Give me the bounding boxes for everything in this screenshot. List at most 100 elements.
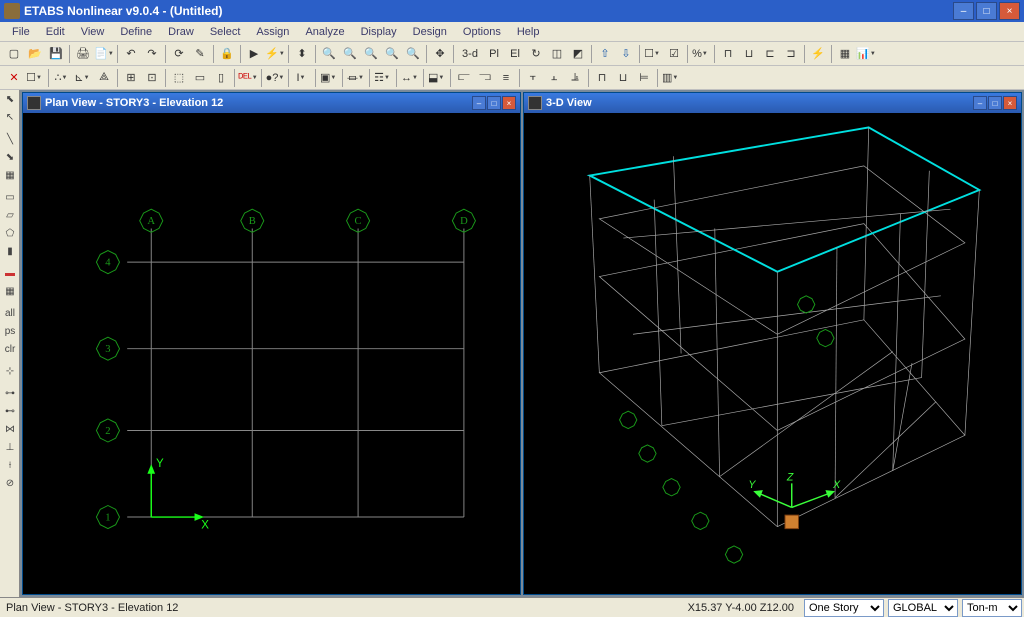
menu-analyze[interactable]: Analyze <box>297 24 352 40</box>
run-icon[interactable]: ▶ <box>244 44 264 64</box>
view-3d-button[interactable]: 3-d <box>457 44 483 64</box>
release-icon[interactable]: ↔▼ <box>400 68 420 88</box>
snap-point-icon[interactable]: ⊹ <box>0 362 20 380</box>
view-opt-icon[interactable]: ☑ <box>664 44 684 64</box>
plan-min-button[interactable]: – <box>472 96 486 110</box>
section1-icon[interactable]: ▣▼ <box>319 68 339 88</box>
align4-icon[interactable]: ⫟ <box>523 68 543 88</box>
zoom-in-icon[interactable]: 🔍 <box>382 44 402 64</box>
draw-slab-icon[interactable]: ▬ <box>0 264 20 282</box>
plan-max-button[interactable]: □ <box>487 96 501 110</box>
object-icon[interactable]: ☐▼ <box>643 44 663 64</box>
align1-icon[interactable]: ⫍ <box>454 68 474 88</box>
extrude2-icon[interactable]: ⊔ <box>739 44 759 64</box>
percent-icon[interactable]: %▼ <box>691 44 711 64</box>
story-select[interactable]: One Story <box>804 599 884 617</box>
snap-mid-icon[interactable]: ⊷ <box>0 402 20 420</box>
view-up-icon[interactable]: ⬍ <box>292 44 312 64</box>
del-icon[interactable]: ᴰᴱᴸ▼ <box>238 68 258 88</box>
move-down-icon[interactable]: ⇩ <box>616 44 636 64</box>
dist2-icon[interactable]: ⊔ <box>613 68 633 88</box>
plan-close-button[interactable]: × <box>502 96 516 110</box>
undo-icon[interactable]: ↶ <box>121 44 141 64</box>
view-plan-button[interactable]: Pl <box>484 44 504 64</box>
snap1-icon[interactable]: ∴▼ <box>52 68 72 88</box>
support-icon[interactable]: ⏛▼ <box>346 68 366 88</box>
dist1-icon[interactable]: ⊓ <box>592 68 612 88</box>
draw-wall-icon[interactable]: ▮ <box>0 242 20 260</box>
align2-icon[interactable]: ⫎ <box>475 68 495 88</box>
close-button[interactable]: × <box>999 2 1020 20</box>
align5-icon[interactable]: ⫠ <box>544 68 564 88</box>
snap-off-icon[interactable]: ⊘ <box>0 474 20 492</box>
show2-icon[interactable]: ▭ <box>190 68 210 88</box>
open-icon[interactable]: 📂 <box>25 44 45 64</box>
plan-viewport[interactable]: A B C D 4 3 2 1 <box>23 113 520 594</box>
menu-options[interactable]: Options <box>455 24 509 40</box>
assign2-icon[interactable]: ⊡ <box>142 68 162 88</box>
redo-icon[interactable]: ↷ <box>142 44 162 64</box>
run2-icon[interactable]: ⚡ <box>808 44 828 64</box>
x-icon[interactable]: ✕ <box>4 68 24 88</box>
3d-min-button[interactable]: – <box>973 96 987 110</box>
run-drop-icon[interactable]: ⚡▼ <box>265 44 285 64</box>
snap-line-icon[interactable]: ⟊ <box>0 456 20 474</box>
zoom-full-icon[interactable]: 🔍 <box>340 44 360 64</box>
minimize-button[interactable]: – <box>953 2 974 20</box>
lock-icon[interactable]: 🔒 <box>217 44 237 64</box>
draw-grid-icon[interactable]: ▦ <box>0 282 20 300</box>
reshape-icon[interactable]: ↖ <box>0 108 20 126</box>
unit-select[interactable]: Ton-m <box>962 599 1022 617</box>
move-up-icon[interactable]: ⇧ <box>595 44 615 64</box>
draw-line-icon[interactable]: ╲ <box>0 130 20 148</box>
assign1-icon[interactable]: ⊞ <box>121 68 141 88</box>
menu-file[interactable]: File <box>4 24 38 40</box>
show3-icon[interactable]: ▯ <box>211 68 231 88</box>
3d-close-button[interactable]: × <box>1003 96 1017 110</box>
draw-poly-icon[interactable]: ⬠ <box>0 224 20 242</box>
maximize-button[interactable]: □ <box>976 2 997 20</box>
draw-icon[interactable]: ✎ <box>190 44 210 64</box>
snap-inter-icon[interactable]: ⊶ <box>0 384 20 402</box>
refresh-icon[interactable]: ⟳ <box>169 44 189 64</box>
3d-viewport[interactable]: X Y Z <box>524 113 1021 594</box>
menu-help[interactable]: Help <box>509 24 548 40</box>
menu-select[interactable]: Select <box>202 24 249 40</box>
extrude1-icon[interactable]: ⊓ <box>718 44 738 64</box>
menu-display[interactable]: Display <box>353 24 405 40</box>
diaph-icon[interactable]: ⬓▼ <box>427 68 447 88</box>
menu-define[interactable]: Define <box>112 24 160 40</box>
menu-view[interactable]: View <box>73 24 113 40</box>
zoom-prev-icon[interactable]: 🔍 <box>361 44 381 64</box>
zoom-rubber-icon[interactable]: 🔍 <box>319 44 339 64</box>
print-drop-icon[interactable]: 📄▼ <box>94 44 114 64</box>
menu-edit[interactable]: Edit <box>38 24 73 40</box>
menu-assign[interactable]: Assign <box>248 24 297 40</box>
menu-draw[interactable]: Draw <box>160 24 202 40</box>
clear-sel-icon[interactable]: clr <box>0 340 20 358</box>
draw-rect-icon[interactable]: ▭ <box>0 188 20 206</box>
show1-icon[interactable]: ⬚ <box>169 68 189 88</box>
shrink-icon[interactable]: ◩ <box>568 44 588 64</box>
draw-area-icon[interactable]: ▦ <box>0 166 20 184</box>
3d-max-button[interactable]: □ <box>988 96 1002 110</box>
misc-icon[interactable]: ▥▼ <box>661 68 681 88</box>
table-icon[interactable]: ▦ <box>835 44 855 64</box>
print-icon[interactable]: 🖨 <box>73 44 93 64</box>
info-icon[interactable]: ●?▼ <box>265 68 285 88</box>
menu-design[interactable]: Design <box>405 24 455 40</box>
zoom-out-icon[interactable]: 🔍 <box>403 44 423 64</box>
align3-icon[interactable]: ≡ <box>496 68 516 88</box>
snap-end-icon[interactable]: ⋈ <box>0 420 20 438</box>
coord-select[interactable]: GLOBAL <box>888 599 958 617</box>
snap-perp-icon[interactable]: ⊥ <box>0 438 20 456</box>
pointer-icon[interactable]: ⬉ <box>0 90 20 108</box>
save-icon[interactable]: 💾 <box>46 44 66 64</box>
box-icon[interactable]: ☐▼ <box>25 68 45 88</box>
ibeam-icon[interactable]: I▼ <box>292 68 312 88</box>
select-prev-icon[interactable]: ps <box>0 322 20 340</box>
new-icon[interactable]: ▢ <box>4 44 24 64</box>
draw-quad-icon[interactable]: ▱ <box>0 206 20 224</box>
load-icon[interactable]: ☶▼ <box>373 68 393 88</box>
select-all-icon[interactable]: all <box>0 304 20 322</box>
